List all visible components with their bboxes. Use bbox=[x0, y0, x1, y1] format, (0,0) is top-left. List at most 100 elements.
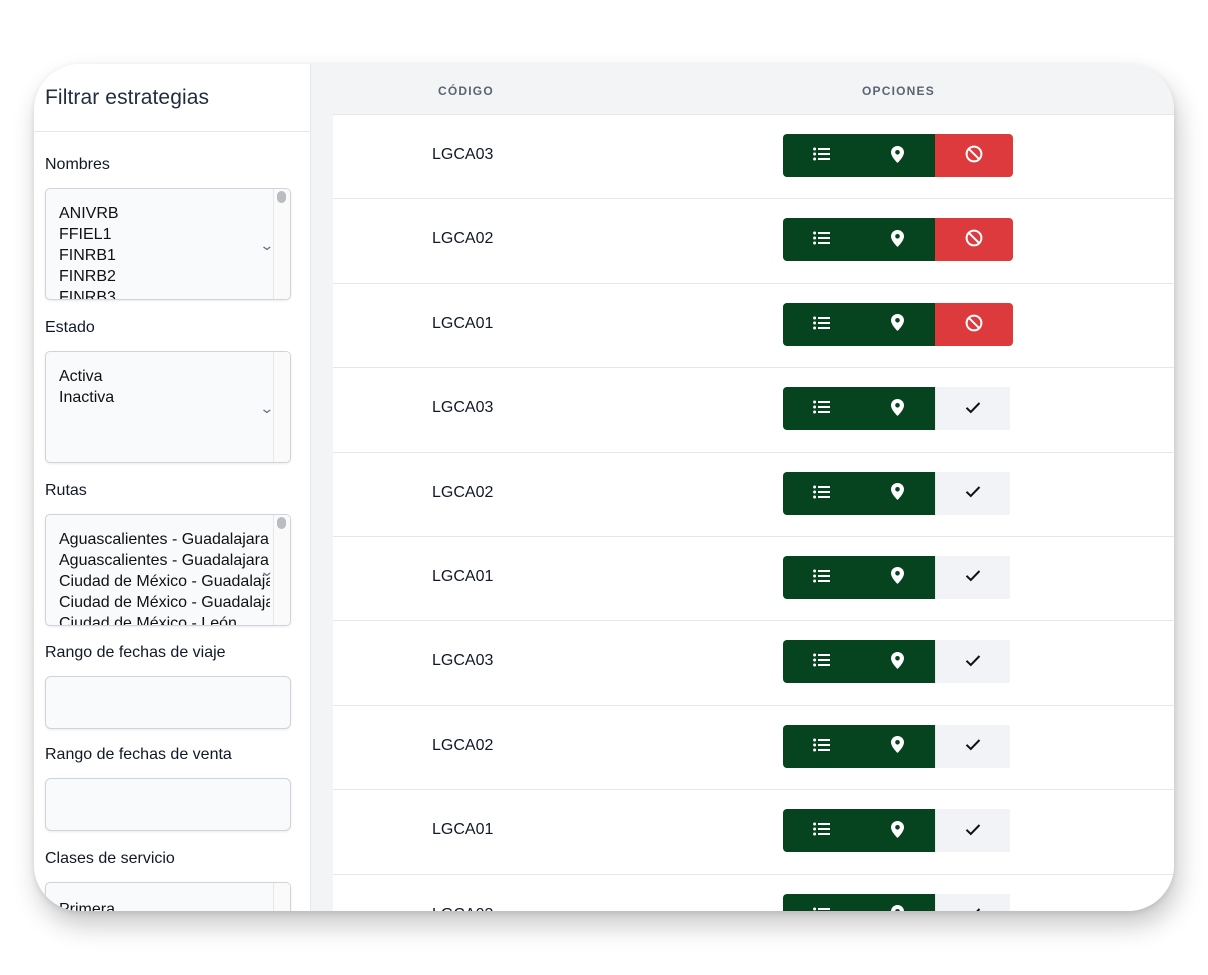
nombres-select[interactable]: ANIVRB FFIEL1 FINRB1 FINRB2 FINRB3 ⌄ bbox=[45, 188, 291, 300]
rutas-select[interactable]: Aguascalientes - Guadalajara Aguascalient… bbox=[45, 514, 291, 626]
list-icon bbox=[812, 231, 830, 248]
row-actions bbox=[783, 724, 1013, 768]
details-button[interactable] bbox=[783, 134, 859, 177]
details-button[interactable] bbox=[783, 471, 859, 515]
row-actions bbox=[783, 471, 1013, 515]
locations-button[interactable] bbox=[859, 134, 935, 177]
locations-button[interactable] bbox=[859, 555, 935, 599]
rutas-scrollbar[interactable] bbox=[273, 515, 290, 625]
details-button[interactable] bbox=[783, 640, 859, 684]
sidebar-title: Filtrar estrategias bbox=[45, 86, 210, 109]
check-icon bbox=[965, 654, 981, 670]
table-body: LGCA03 LGCA02 LGCA01 LGCA03 LGCA02 LGCA01 LGCA… bbox=[333, 115, 1174, 911]
details-button[interactable] bbox=[783, 809, 859, 853]
select-option[interactable]: Activa bbox=[59, 366, 270, 387]
table-row: LGCA02 bbox=[333, 199, 1174, 284]
fechas-viaje-label: Rango de fechas de viaje bbox=[45, 644, 226, 661]
deactivate-button[interactable] bbox=[935, 302, 1013, 346]
activate-button[interactable] bbox=[935, 809, 1010, 853]
table-row: LGCA01 bbox=[333, 537, 1174, 622]
details-button[interactable] bbox=[783, 302, 859, 346]
select-option[interactable]: Primera bbox=[59, 899, 270, 911]
map-pin-icon bbox=[890, 905, 904, 911]
fechas-venta-label: Rango de fechas de venta bbox=[45, 746, 232, 763]
table-row: LGCA03 bbox=[333, 621, 1174, 706]
check-icon bbox=[965, 823, 981, 839]
list-icon bbox=[812, 822, 830, 839]
layout-gutter bbox=[311, 64, 333, 911]
strategy-code: LGCA02 bbox=[432, 483, 494, 501]
strategies-table: CÓDIGO OPCIONES LGCA03 LGCA02 LGCA01 LGCA03… bbox=[333, 64, 1174, 911]
activate-button[interactable] bbox=[935, 724, 1010, 768]
locations-button[interactable] bbox=[859, 640, 935, 684]
scroll-thumb[interactable] bbox=[277, 517, 286, 529]
strategy-code: LGCA03 bbox=[432, 399, 494, 417]
select-option[interactable]: Inactiva bbox=[59, 387, 270, 408]
map-pin-icon bbox=[890, 736, 904, 756]
select-option[interactable]: FINRB2 bbox=[59, 266, 270, 287]
details-button[interactable] bbox=[783, 218, 859, 262]
table-header: CÓDIGO OPCIONES bbox=[333, 64, 1174, 115]
activate-button[interactable] bbox=[935, 471, 1010, 515]
locations-button[interactable] bbox=[859, 302, 935, 346]
table-row: LGCA02 bbox=[333, 706, 1174, 791]
strategy-code: LGCA02 bbox=[432, 736, 494, 754]
estado-scrollbar bbox=[273, 352, 290, 462]
row-actions bbox=[783, 218, 1013, 262]
select-option[interactable]: Aguascalientes - Guadalajara bbox=[59, 529, 270, 550]
estado-options: Activa Inactiva bbox=[59, 366, 270, 408]
column-header-code: CÓDIGO bbox=[438, 84, 494, 98]
select-option[interactable]: FFIEL1 bbox=[59, 224, 270, 245]
fechas-venta-input[interactable] bbox=[45, 778, 291, 831]
table-row: LGCA03 bbox=[333, 875, 1174, 911]
locations-button[interactable] bbox=[859, 218, 935, 262]
list-icon bbox=[812, 400, 830, 417]
locations-button[interactable] bbox=[859, 471, 935, 515]
table-row: LGCA03 bbox=[333, 115, 1174, 200]
activate-button[interactable] bbox=[935, 640, 1010, 684]
select-option[interactable]: ANIVRB bbox=[59, 203, 270, 224]
estado-select[interactable]: Activa Inactiva ⌄ bbox=[45, 351, 291, 463]
details-button[interactable] bbox=[783, 555, 859, 599]
select-option[interactable]: Ciudad de México - Guadalajara bbox=[59, 571, 270, 592]
list-icon bbox=[812, 485, 830, 502]
activate-button[interactable] bbox=[935, 555, 1010, 599]
list-icon bbox=[812, 738, 830, 755]
map-pin-icon bbox=[890, 567, 904, 587]
scroll-thumb[interactable] bbox=[277, 191, 286, 203]
details-button[interactable] bbox=[783, 893, 859, 911]
list-icon bbox=[812, 653, 830, 670]
select-option[interactable]: FINRB1 bbox=[59, 245, 270, 266]
row-actions bbox=[783, 893, 1013, 911]
strategy-code: LGCA01 bbox=[432, 567, 494, 585]
locations-button[interactable] bbox=[859, 724, 935, 768]
map-pin-icon bbox=[890, 820, 904, 841]
details-button[interactable] bbox=[783, 724, 859, 768]
select-option[interactable]: Aguascalientes - Guadalajara bbox=[59, 550, 270, 571]
deactivate-button[interactable] bbox=[935, 218, 1013, 262]
locations-button[interactable] bbox=[859, 809, 935, 853]
activate-button[interactable] bbox=[935, 387, 1010, 431]
locations-button[interactable] bbox=[859, 893, 935, 911]
nombres-label: Nombres bbox=[45, 156, 110, 173]
locations-button[interactable] bbox=[859, 387, 935, 431]
row-actions bbox=[783, 387, 1013, 431]
select-option[interactable]: Ciudad de México - Guadalajara bbox=[59, 592, 270, 613]
check-icon bbox=[965, 738, 981, 754]
list-icon bbox=[812, 569, 830, 586]
sidebar-header: Filtrar estrategias bbox=[34, 64, 310, 132]
ban-icon bbox=[965, 229, 983, 250]
clases-select[interactable]: Primera bbox=[45, 882, 291, 911]
table-row: LGCA03 bbox=[333, 368, 1174, 453]
nombres-scrollbar[interactable] bbox=[273, 189, 290, 299]
activate-button[interactable] bbox=[935, 893, 1010, 911]
deactivate-button[interactable] bbox=[935, 134, 1013, 177]
fechas-viaje-input[interactable] bbox=[45, 676, 291, 729]
chevron-down-icon: ⌄ bbox=[259, 563, 275, 579]
select-option[interactable]: FINRB3 bbox=[59, 287, 270, 299]
details-button[interactable] bbox=[783, 387, 859, 431]
select-option[interactable]: Ciudad de México - León bbox=[59, 613, 270, 625]
clases-options: Primera bbox=[59, 899, 270, 911]
estado-label: Estado bbox=[45, 319, 95, 336]
app-frame: Filtrar estrategias Nombres ANIVRB FFIEL1… bbox=[34, 64, 1174, 911]
